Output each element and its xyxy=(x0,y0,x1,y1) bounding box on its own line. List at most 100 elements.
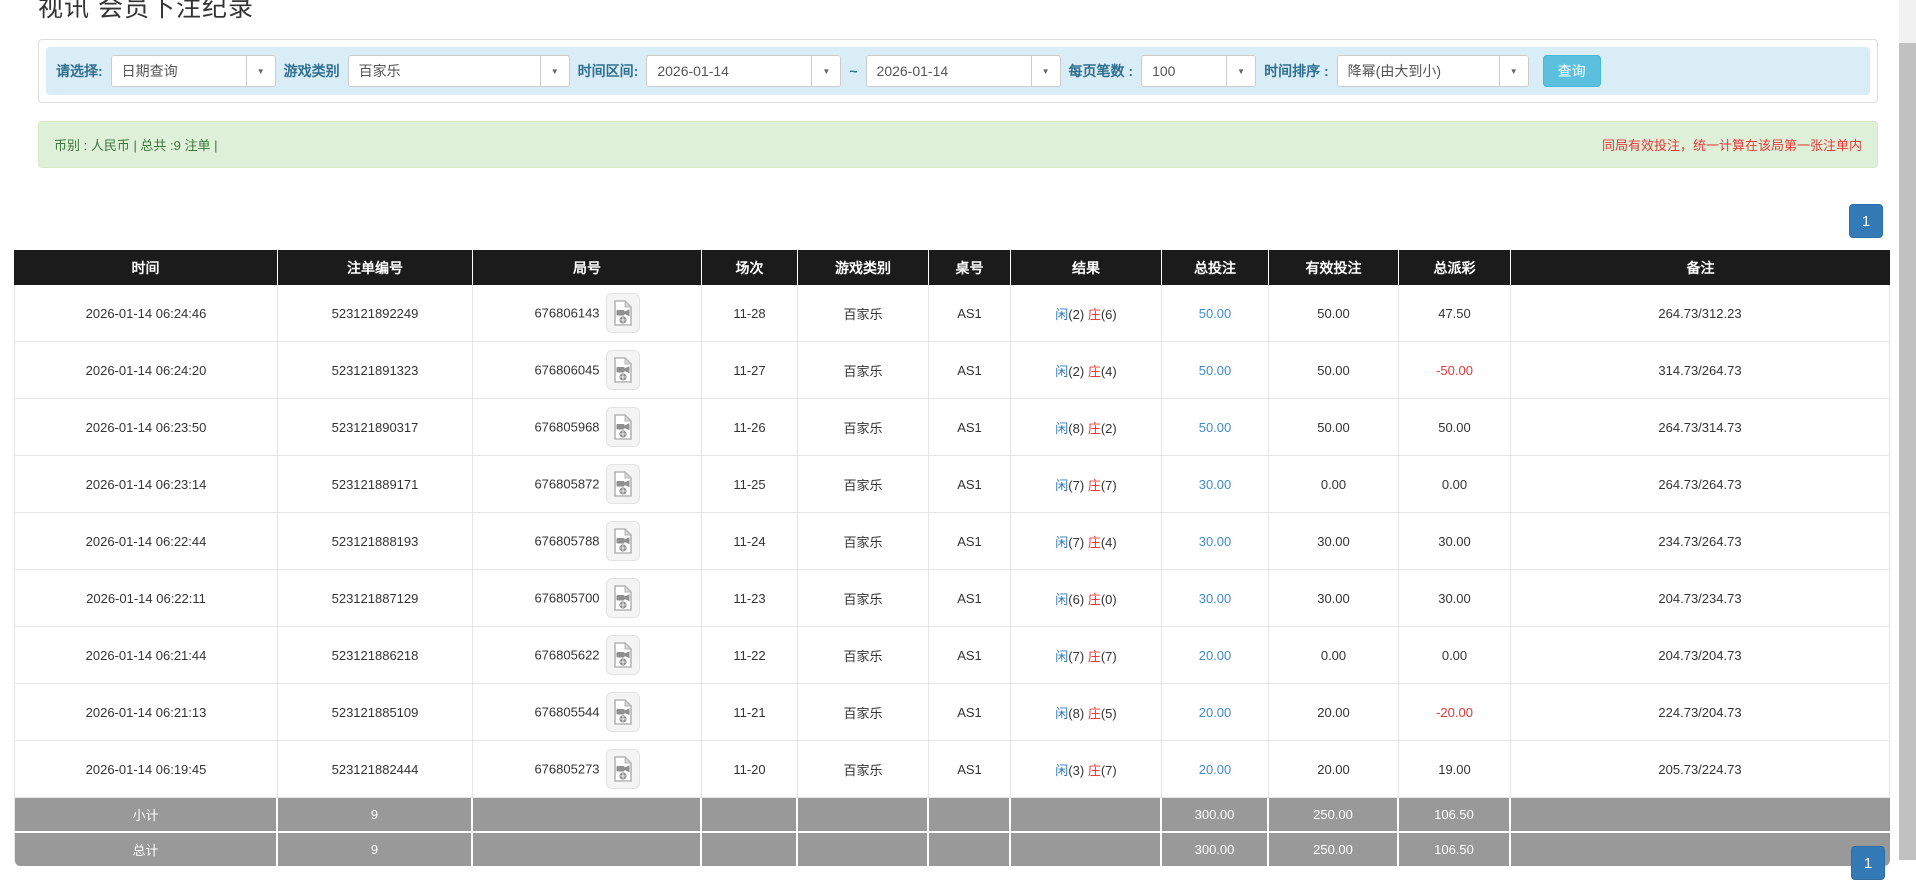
round-number: 676805872 xyxy=(534,476,600,492)
pagination-page-button-bottom[interactable]: 1 xyxy=(1851,846,1885,880)
video-file-icon xyxy=(613,642,632,668)
bet-id-cell: 523121882444 xyxy=(278,741,473,798)
game-cell: 百家乐 xyxy=(798,627,929,684)
round-number: 676805700 xyxy=(534,590,600,606)
table-row: 2026-01-14 06:21:13 523121885109 6768055… xyxy=(14,684,1890,741)
total-bet-link[interactable]: 20.00 xyxy=(1199,648,1232,663)
valid-bet-cell: 20.00 xyxy=(1269,684,1399,741)
table-row: 2026-01-14 06:22:44 523121888193 6768057… xyxy=(14,513,1890,570)
date-to-select[interactable]: 2026-01-14 ▼ xyxy=(865,55,1061,87)
chevron-down-icon: ▼ xyxy=(811,56,840,86)
payout-cell: 50.00 xyxy=(1399,399,1511,456)
total-bet-cell: 50.00 xyxy=(1162,342,1269,399)
summary-valid-bet-cell: 250.00 xyxy=(1269,798,1399,833)
time-cell: 2026-01-14 06:19:45 xyxy=(14,741,278,798)
date-from-select[interactable]: 2026-01-14 ▼ xyxy=(646,55,842,87)
video-replay-button[interactable] xyxy=(605,692,640,732)
banker-result-label: 庄 xyxy=(1087,762,1101,778)
summary-empty-cell xyxy=(1511,833,1890,866)
video-replay-button[interactable] xyxy=(605,293,640,333)
video-replay-button[interactable] xyxy=(605,749,640,789)
table-row: 2026-01-14 06:22:11 523121887129 6768057… xyxy=(14,570,1890,627)
payout-cell: 0.00 xyxy=(1399,456,1511,513)
game-cell: 百家乐 xyxy=(798,285,929,342)
banker-result-score: (2) xyxy=(1100,420,1117,436)
table-row: 2026-01-14 06:23:14 523121889171 6768058… xyxy=(14,456,1890,513)
game-type-select[interactable]: 百家乐 ▼ xyxy=(347,55,570,87)
banker-result-score: (0) xyxy=(1100,591,1117,607)
time-cell: 2026-01-14 06:21:44 xyxy=(14,627,278,684)
scrollbar-thumb[interactable] xyxy=(1899,43,1916,860)
query-type-select[interactable]: 日期查询 ▼ xyxy=(110,55,276,87)
total-bet-link[interactable]: 50.00 xyxy=(1199,363,1232,378)
time-sort-label: 时间排序 : xyxy=(1264,63,1329,79)
banker-result-score: (4) xyxy=(1100,534,1117,550)
records-table: 时间 注单编号 局号 场次 游戏类别 桌号 结果 总投注 有效投注 总派彩 备注 2026-01-1… xyxy=(14,250,1890,866)
summary-empty-cell xyxy=(929,798,1011,833)
player-result-label: 闲 xyxy=(1055,762,1069,778)
pagination-page-button[interactable]: 1 xyxy=(1849,204,1883,238)
time-sort-select[interactable]: 降幂(由大到小) ▼ xyxy=(1336,55,1529,87)
video-replay-button[interactable] xyxy=(605,350,640,390)
banker-result-score: (5) xyxy=(1100,705,1117,721)
valid-bet-cell: 0.00 xyxy=(1269,456,1399,513)
game-cell: 百家乐 xyxy=(798,741,929,798)
column-header: 游戏类别 xyxy=(798,250,929,285)
date-to-value: 2026-01-14 xyxy=(876,63,949,79)
time-cell: 2026-01-14 06:24:46 xyxy=(14,285,278,342)
summary-empty-cell xyxy=(798,798,929,833)
same-round-notice-text: 同局有效投注，统一计算在该局第一张注单内 xyxy=(1601,138,1862,153)
total-bet-link[interactable]: 50.00 xyxy=(1199,420,1232,435)
column-header: 有效投注 xyxy=(1269,250,1399,285)
vertical-scrollbar[interactable]: ▲ xyxy=(1899,0,1916,860)
total-bet-link[interactable]: 20.00 xyxy=(1199,762,1232,777)
bet-id-cell: 523121886218 xyxy=(278,627,473,684)
video-file-icon xyxy=(613,357,632,383)
scroll-up-icon[interactable]: ▲ xyxy=(1899,0,1916,5)
result-cell: 闲(6) 庄(0) xyxy=(1011,570,1162,627)
video-replay-button[interactable] xyxy=(605,635,640,675)
video-file-icon xyxy=(613,756,632,782)
result-cell: 闲(2) 庄(6) xyxy=(1011,285,1162,342)
session-cell: 11-27 xyxy=(702,342,798,399)
column-header: 结果 xyxy=(1011,250,1162,285)
total-bet-link[interactable]: 30.00 xyxy=(1199,591,1232,606)
video-replay-button[interactable] xyxy=(605,464,640,504)
total-bet-link[interactable]: 30.00 xyxy=(1199,534,1232,549)
total-bet-cell: 50.00 xyxy=(1162,399,1269,456)
search-button[interactable]: 查询 xyxy=(1542,55,1601,87)
banker-result-label: 庄 xyxy=(1087,363,1101,379)
valid-bet-cell: 0.00 xyxy=(1269,627,1399,684)
banker-result-label: 庄 xyxy=(1087,591,1101,607)
round-cell: 676805968 xyxy=(473,399,702,456)
per-page-label: 每页笔数 : xyxy=(1068,63,1134,79)
table-no-cell: AS1 xyxy=(929,285,1011,342)
video-replay-button[interactable] xyxy=(605,578,640,618)
table-no-cell: AS1 xyxy=(929,570,1011,627)
per-page-select[interactable]: 100 ▼ xyxy=(1141,55,1257,87)
game-cell: 百家乐 xyxy=(798,570,929,627)
valid-bet-cell: 20.00 xyxy=(1269,741,1399,798)
total-bet-link[interactable]: 20.00 xyxy=(1199,705,1232,720)
column-header: 总派彩 xyxy=(1399,250,1511,285)
bet-id-cell: 523121889171 xyxy=(278,456,473,513)
game-cell: 百家乐 xyxy=(798,513,929,570)
round-number: 676805544 xyxy=(534,704,600,720)
total-bet-link[interactable]: 50.00 xyxy=(1199,306,1232,321)
total-bet-link[interactable]: 30.00 xyxy=(1199,477,1232,492)
total-bet-cell: 30.00 xyxy=(1162,456,1269,513)
valid-bet-cell: 50.00 xyxy=(1269,342,1399,399)
round-number: 676806045 xyxy=(534,362,600,378)
video-file-icon xyxy=(613,528,632,554)
video-replay-button[interactable] xyxy=(605,407,640,447)
total-bet-cell: 20.00 xyxy=(1162,741,1269,798)
banker-result-label: 庄 xyxy=(1087,534,1101,550)
player-result-score: (8) xyxy=(1068,420,1085,436)
payout-cell: 47.50 xyxy=(1399,285,1511,342)
video-replay-button[interactable] xyxy=(605,521,640,561)
note-cell: 204.73/204.73 xyxy=(1511,627,1890,684)
game-cell: 百家乐 xyxy=(798,342,929,399)
player-result-score: (7) xyxy=(1068,477,1085,493)
banker-result-score: (7) xyxy=(1100,477,1117,493)
round-number: 676805788 xyxy=(534,533,600,549)
